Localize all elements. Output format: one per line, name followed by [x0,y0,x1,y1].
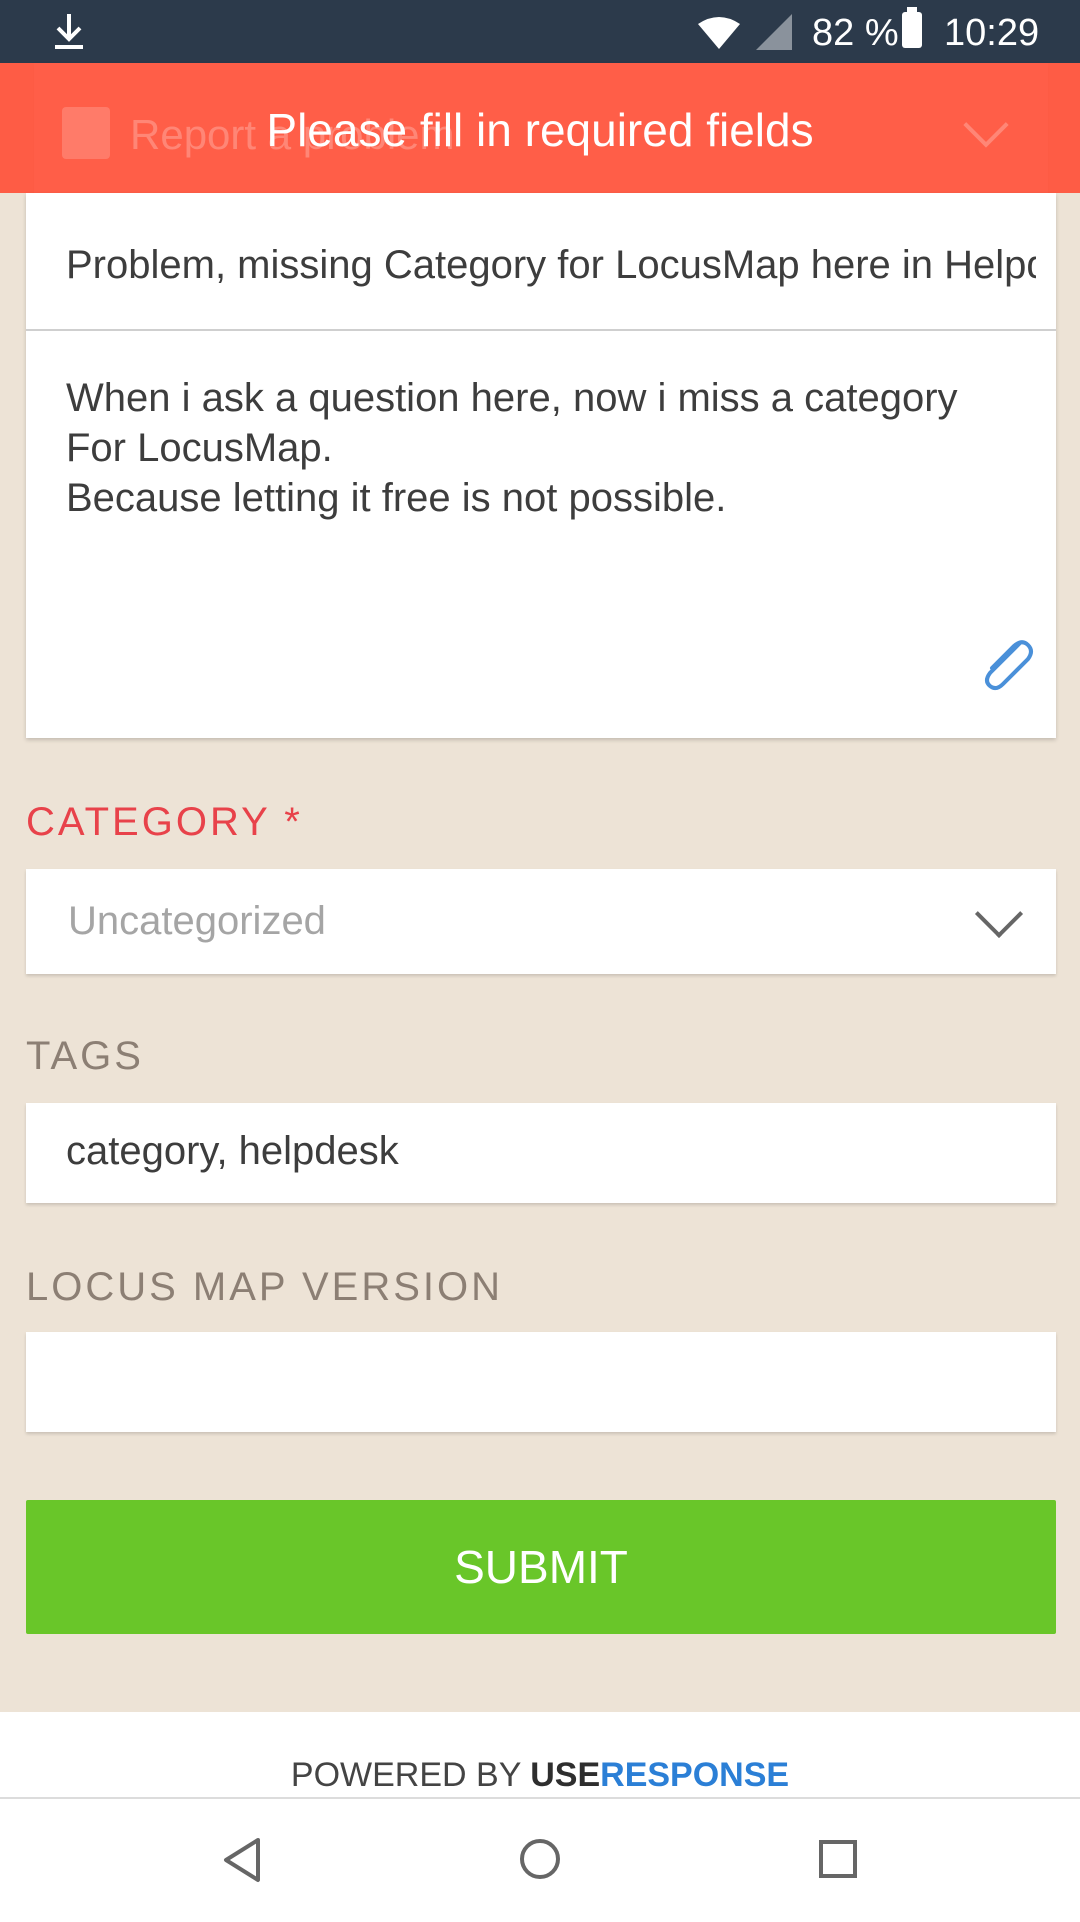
category-label: CATEGORY * [26,800,303,844]
status-bar: 82 % 10:29 [0,0,1080,63]
error-toast[interactable]: Report a problem Please fill in required… [0,63,1080,193]
ticket-form-card: Problem, missing Category for LocusMap h… [26,193,1056,738]
cell-signal-icon [756,14,792,50]
battery-icon [902,7,922,48]
home-icon[interactable] [518,1837,562,1881]
wifi-icon [698,17,740,49]
recents-icon[interactable] [818,1839,858,1879]
chevron-down-icon [974,889,1024,939]
title-field[interactable]: Problem, missing Category for LocusMap h… [26,193,1056,331]
version-label: LOCUS MAP VERSION [26,1265,504,1309]
description-line: Because letting it free is not possible. [66,476,727,520]
tags-input[interactable]: category, helpdesk [26,1103,1056,1203]
tags-label: TAGS [26,1034,144,1078]
back-icon[interactable] [222,1837,262,1883]
toast-message: Please fill in required fields [266,104,814,156]
footer: POWERED BY USERESPONSE [0,1712,1080,1797]
download-icon [55,14,83,49]
tags-value: category, helpdesk [66,1129,399,1173]
title-input[interactable]: Problem, missing Category for LocusMap h… [66,243,1036,288]
description-field[interactable]: When i ask a question here, now i miss a… [66,373,1036,523]
paperclip-icon[interactable] [976,633,1038,695]
category-selected-value: Uncategorized [68,899,326,943]
version-input[interactable] [26,1332,1056,1432]
clock: 10:29 [944,12,1040,54]
navigation-bar [0,1797,1080,1922]
battery-percent: 82 % [812,12,899,54]
category-select[interactable]: Uncategorized [26,869,1056,974]
powered-by[interactable]: POWERED BY USERESPONSE [0,1756,1080,1795]
description-line: When i ask a question here, now i miss a… [66,376,958,420]
submit-button[interactable]: SUBMIT [26,1500,1056,1634]
description-line: For LocusMap. [66,426,333,470]
